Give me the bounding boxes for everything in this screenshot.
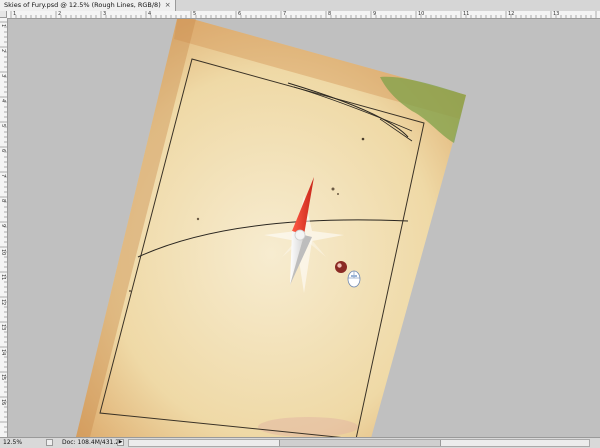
ruler-label: 13 bbox=[553, 11, 560, 17]
ruler-label: 14 bbox=[0, 349, 6, 356]
ruler-label: 1 bbox=[13, 11, 17, 17]
speck bbox=[331, 187, 335, 191]
ruler-label: 16 bbox=[0, 399, 6, 406]
canvas-svg bbox=[76, 19, 466, 437]
speck bbox=[129, 290, 131, 292]
ruler-label: 6 bbox=[0, 149, 6, 153]
ruler-label: 9 bbox=[373, 11, 377, 17]
speck bbox=[361, 137, 365, 141]
ruler-label: 12 bbox=[0, 299, 6, 306]
ruler-label: 4 bbox=[148, 11, 152, 17]
ruler-label: 6 bbox=[238, 11, 242, 17]
speck bbox=[337, 193, 339, 195]
ruler-label: 4 bbox=[0, 99, 6, 103]
ruler-label: 12 bbox=[508, 11, 515, 17]
zoom-level[interactable]: 12.5% bbox=[3, 438, 22, 448]
ruler-origin[interactable] bbox=[0, 11, 7, 18]
ruler-label: 2 bbox=[58, 11, 62, 17]
paper-document[interactable] bbox=[76, 19, 466, 437]
ruler-label: 8 bbox=[0, 199, 6, 203]
ruler-label: 7 bbox=[283, 11, 287, 17]
ruler-label: 13 bbox=[0, 324, 6, 331]
document-tab[interactable]: Skies of Fury.psd @ 12.5% (Rough Lines, … bbox=[0, 0, 176, 11]
document-size-info: Doc: 108.4M/431.2M bbox=[62, 439, 125, 446]
red-gem-icon[interactable] bbox=[335, 261, 347, 273]
ruler-label: 5 bbox=[0, 124, 6, 128]
status-bar: 12.5% Doc: 108.4M/431.2M ▶ bbox=[0, 437, 600, 448]
ruler-label: 1 bbox=[0, 24, 6, 28]
ruler-label: 10 bbox=[418, 11, 425, 17]
ruler-label: 9 bbox=[0, 224, 6, 228]
ruler-label: 10 bbox=[0, 249, 6, 256]
mouse-icon[interactable] bbox=[347, 270, 361, 288]
ruler-label: 7 bbox=[0, 174, 6, 178]
ruler-label: 3 bbox=[103, 11, 107, 17]
status-menu-arrow-icon[interactable]: ▶ bbox=[117, 439, 124, 446]
ruler-label: 2 bbox=[0, 49, 6, 53]
ruler-label: 11 bbox=[0, 274, 6, 281]
ruler-label: 8 bbox=[328, 11, 332, 17]
speck bbox=[196, 217, 200, 221]
vertical-ruler[interactable]: 1 2 3 4 5 6 7 8 9 10 11 12 13 14 15 16 bbox=[0, 18, 8, 437]
status-info-arrow-icon[interactable] bbox=[46, 439, 53, 446]
ruler-label: 11 bbox=[463, 11, 470, 17]
horizontal-scrollbar[interactable] bbox=[128, 439, 590, 447]
ruler-label: 5 bbox=[193, 11, 197, 17]
ruler-label: 3 bbox=[0, 74, 6, 78]
ruler-label: 15 bbox=[0, 374, 6, 381]
document-tab-title: Skies of Fury.psd @ 12.5% (Rough Lines, … bbox=[4, 1, 161, 9]
canvas-workspace[interactable] bbox=[8, 19, 600, 437]
horizontal-scroll-thumb[interactable] bbox=[279, 440, 441, 446]
close-tab-icon[interactable]: × bbox=[165, 0, 171, 11]
horizontal-ruler[interactable]: 1 2 3 4 5 6 7 8 9 10 11 12 13 bbox=[7, 11, 600, 19]
